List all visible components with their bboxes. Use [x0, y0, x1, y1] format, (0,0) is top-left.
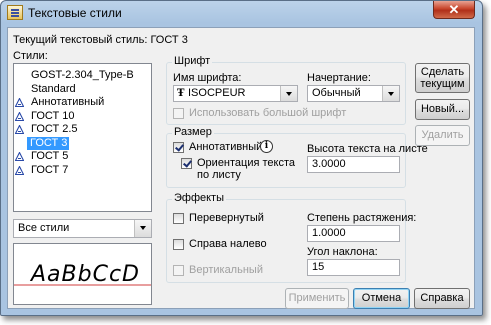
- preview-text: AaBbCcD: [31, 262, 140, 287]
- style-list-item-label: GOST-2.304_Type-B: [31, 69, 134, 81]
- vertical-checkbox[interactable]: [173, 265, 184, 276]
- upside-down-checkbox[interactable]: [173, 213, 184, 224]
- delete-style-button[interactable]: Удалить: [415, 125, 470, 146]
- orientation-label-line1: Ориентация текста: [197, 157, 296, 169]
- annotative-icon: [15, 125, 24, 134]
- title-bar[interactable]: Текстовые стили ✕: [1, 1, 482, 25]
- cancel-button[interactable]: Отмена: [353, 288, 410, 309]
- font-name-label: Имя шрифта:: [173, 72, 242, 84]
- vertical-label: Вертикальный: [189, 264, 263, 276]
- annotative-icon: [15, 165, 24, 175]
- styles-filter-select[interactable]: Все стили: [13, 219, 152, 238]
- current-style-value: ГОСТ 3: [150, 34, 188, 46]
- style-list-item[interactable]: ГОСТ 3: [14, 136, 70, 150]
- styles-filter-value: Все стили: [18, 222, 70, 234]
- set-current-button[interactable]: Сделать текущим: [415, 63, 470, 93]
- paper-height-value: 3.0000: [312, 158, 346, 170]
- annotative-label: Аннотативный: [189, 141, 263, 153]
- backwards-label: Справа налево: [189, 238, 267, 250]
- apply-button[interactable]: Применить: [285, 288, 349, 309]
- upside-down-label: Перевернутый: [189, 212, 264, 224]
- style-preview: AaBbCcD: [13, 243, 152, 305]
- annotative-icon: [15, 111, 24, 121]
- font-group: Шрифт Имя шрифта: Ŧ ISOCPEUR Начертание:…: [166, 55, 406, 125]
- style-list-item-label: ГОСТ 7: [31, 163, 69, 176]
- font-style-label: Начертание:: [307, 72, 371, 84]
- orientation-checkbox[interactable]: [181, 158, 192, 169]
- backwards-checkbox[interactable]: [173, 239, 184, 250]
- effects-group-title: Эффекты: [172, 192, 227, 204]
- close-button[interactable]: ✕: [433, 1, 475, 19]
- oblique-angle-input[interactable]: 15: [307, 259, 400, 276]
- effects-group: Эффекты Перевернутый Справа налево Верти…: [166, 192, 416, 283]
- oblique-angle-label: Угол наклона:: [307, 246, 378, 258]
- annotative-checkbox[interactable]: [173, 142, 184, 153]
- text-style-app-icon: [7, 5, 23, 20]
- paper-height-label: Высота текста на листе: [307, 143, 428, 155]
- style-list-item[interactable]: ГОСТ 2.5: [15, 123, 80, 136]
- style-list-item-label: ГОСТ 10: [31, 109, 75, 122]
- font-name-select[interactable]: Ŧ ISOCPEUR: [173, 85, 298, 102]
- styles-list[interactable]: GOST-2.304_Type-B Standard Аннотативный ГОС…: [13, 63, 152, 212]
- text-styles-dialog: Текстовые стили ✕ Текущий текстовый стил…: [0, 0, 483, 316]
- style-list-item-label: ГОСТ 3: [30, 136, 68, 149]
- style-list-item[interactable]: Аннотативный: [15, 96, 106, 109]
- current-style-line: Текущий текстовый стиль: ГОСТ 3: [13, 34, 188, 46]
- new-style-button[interactable]: Новый...: [415, 99, 470, 120]
- set-current-label-line1: Сделать: [420, 66, 465, 78]
- chevron-down-icon[interactable]: [134, 220, 151, 237]
- style-list-item-label: Standard: [31, 82, 76, 95]
- annotative-icon: [15, 152, 24, 161]
- width-factor-label: Степень растяжения:: [307, 212, 417, 224]
- annotative-icon: [14, 138, 23, 148]
- help-button[interactable]: Справка: [414, 288, 470, 309]
- width-factor-value: 1.0000: [312, 227, 346, 239]
- font-style-select[interactable]: Обычный: [307, 85, 400, 102]
- style-list-item-label: ГОСТ 5: [31, 150, 69, 162]
- orientation-label-line2: по листу: [197, 169, 241, 181]
- size-group-title: Размер: [172, 126, 214, 138]
- current-style-label: Текущий текстовый стиль:: [13, 34, 148, 46]
- style-list-item[interactable]: ГОСТ 7: [15, 163, 70, 177]
- bigfont-checkbox[interactable]: [173, 108, 184, 119]
- font-name-value: ISOCPEUR: [188, 87, 246, 99]
- width-factor-input[interactable]: 1.0000: [307, 225, 400, 242]
- info-icon[interactable]: i: [260, 140, 273, 153]
- bigfont-label: Использовать большой шрифт: [189, 107, 347, 119]
- dialog-body: Текущий текстовый стиль: ГОСТ 3 Стили: G…: [7, 27, 475, 309]
- chevron-down-icon[interactable]: [382, 86, 399, 101]
- style-list-item-label: ГОСТ 2.5: [31, 123, 78, 135]
- window-title: Текстовые стили: [28, 6, 122, 20]
- oblique-angle-value: 15: [312, 261, 325, 273]
- style-list-item[interactable]: Standard: [16, 83, 78, 96]
- size-group: Размер Аннотативный i Ориентация текста …: [166, 126, 428, 188]
- truetype-font-icon: Ŧ: [177, 88, 185, 99]
- paper-height-input[interactable]: 3.0000: [307, 156, 400, 173]
- style-list-item[interactable]: ГОСТ 10: [15, 109, 76, 123]
- set-current-label-line2: текущим: [420, 78, 465, 90]
- style-list-item[interactable]: ГОСТ 5: [15, 150, 70, 163]
- font-group-title: Шрифт: [172, 55, 213, 67]
- font-style-value: Обычный: [312, 87, 361, 99]
- style-list-item-label: Аннотативный: [31, 96, 105, 108]
- styles-label: Стили:: [13, 50, 48, 62]
- chevron-down-icon[interactable]: [280, 86, 297, 101]
- style-list-item[interactable]: GOST-2.304_Type-B: [16, 69, 136, 82]
- annotative-icon: [15, 98, 24, 107]
